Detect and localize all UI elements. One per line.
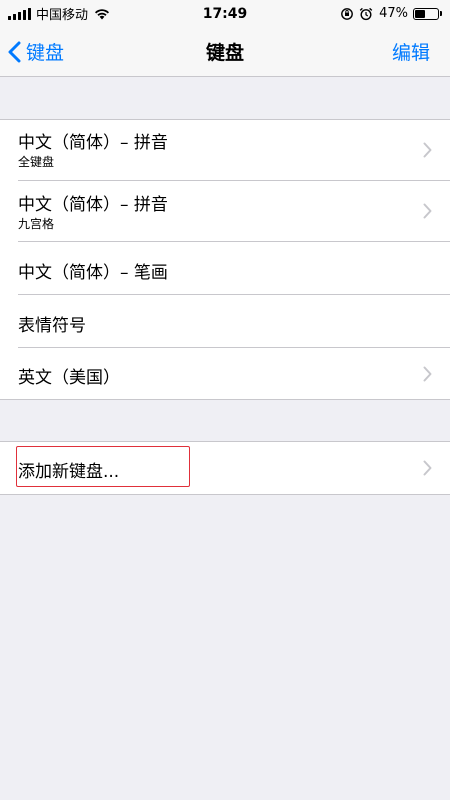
row-title: 中文（简体）– 拼音: [18, 133, 168, 153]
chevron-right-icon: [423, 203, 432, 219]
keyboard-row-pinyin-full[interactable]: 中文（简体）– 拼音 全键盘: [0, 120, 450, 181]
row-title: 中文（简体）– 拼音: [18, 195, 168, 215]
status-bar: 中国移动 17:49 47%: [0, 0, 450, 27]
row-subtitle: 全键盘: [18, 155, 55, 169]
status-left: 中国移动: [8, 4, 110, 23]
chevron-right-icon: [423, 366, 432, 382]
chevron-right-icon: [423, 460, 432, 476]
carrier-name: 中国移动: [36, 8, 89, 23]
status-right: 47%: [335, 6, 442, 21]
alarm-icon: [359, 7, 373, 21]
signal-strength-icon: [8, 7, 31, 20]
keyboard-list: 中文（简体）– 拼音 全键盘 中文（简体）– 拼音 九宫格 中文（简体）– 笔画…: [0, 119, 450, 400]
keyboard-row-emoji[interactable]: 表情符号: [0, 295, 450, 348]
back-button-label: 键盘: [26, 42, 65, 64]
add-keyboard-row[interactable]: 添加新键盘...: [0, 442, 450, 494]
edit-button[interactable]: 编辑: [392, 27, 430, 76]
row-title: 表情符号: [18, 316, 86, 336]
keyboard-row-pinyin-9key[interactable]: 中文（简体）– 拼音 九宫格: [0, 181, 450, 242]
row-title: 中文（简体）– 笔画: [18, 263, 168, 283]
row-subtitle: 九宫格: [18, 217, 55, 231]
keyboard-row-stroke[interactable]: 中文（简体）– 笔画: [0, 242, 450, 295]
navigation-bar: 键盘 键盘 编辑: [0, 27, 450, 77]
chevron-right-icon: [423, 142, 432, 158]
battery-icon: [413, 7, 442, 20]
orientation-lock-icon: [340, 7, 354, 21]
battery-percent: 47%: [379, 6, 408, 21]
chevron-left-icon: [8, 41, 21, 62]
wifi-icon: [94, 8, 110, 20]
row-title: 英文（美国）: [18, 368, 120, 388]
add-keyboard-label: 添加新键盘...: [18, 462, 120, 482]
keyboard-row-english[interactable]: 英文（美国）: [0, 348, 450, 399]
page-title: 键盘: [205, 42, 244, 64]
back-button[interactable]: 键盘: [8, 27, 64, 76]
add-keyboard-group: 添加新键盘...: [0, 441, 450, 495]
